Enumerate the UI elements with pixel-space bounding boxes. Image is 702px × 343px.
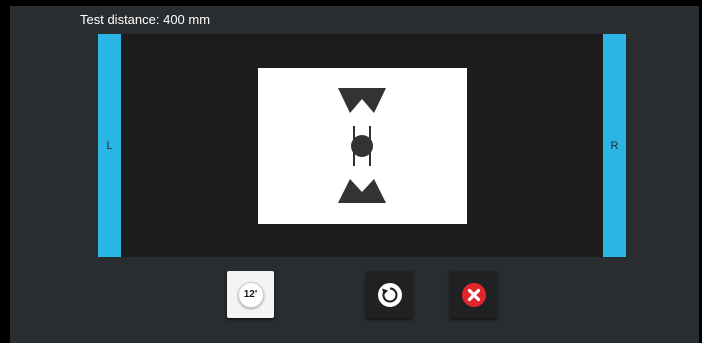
right-eye-bar: R bbox=[603, 34, 626, 257]
test-stage: L R bbox=[98, 34, 626, 257]
upper-triangles bbox=[338, 88, 386, 113]
center-dot bbox=[351, 135, 373, 157]
reset-button[interactable] bbox=[366, 271, 413, 318]
optotype-target bbox=[338, 88, 386, 203]
close-x-icon bbox=[461, 282, 486, 307]
test-window: Test distance: 400 mm L R 12' bbox=[10, 6, 699, 343]
angle-button[interactable]: 12' bbox=[227, 271, 274, 318]
target-card bbox=[258, 68, 467, 224]
rotate-icon bbox=[377, 282, 402, 307]
left-eye-bar: L bbox=[98, 34, 121, 257]
right-eye-label: R bbox=[610, 139, 619, 152]
close-button[interactable] bbox=[450, 271, 497, 318]
lower-triangles bbox=[338, 179, 386, 203]
test-distance-label: Test distance: 400 mm bbox=[80, 12, 211, 27]
left-eye-label: L bbox=[106, 139, 113, 152]
angle-badge: 12' bbox=[237, 281, 264, 308]
